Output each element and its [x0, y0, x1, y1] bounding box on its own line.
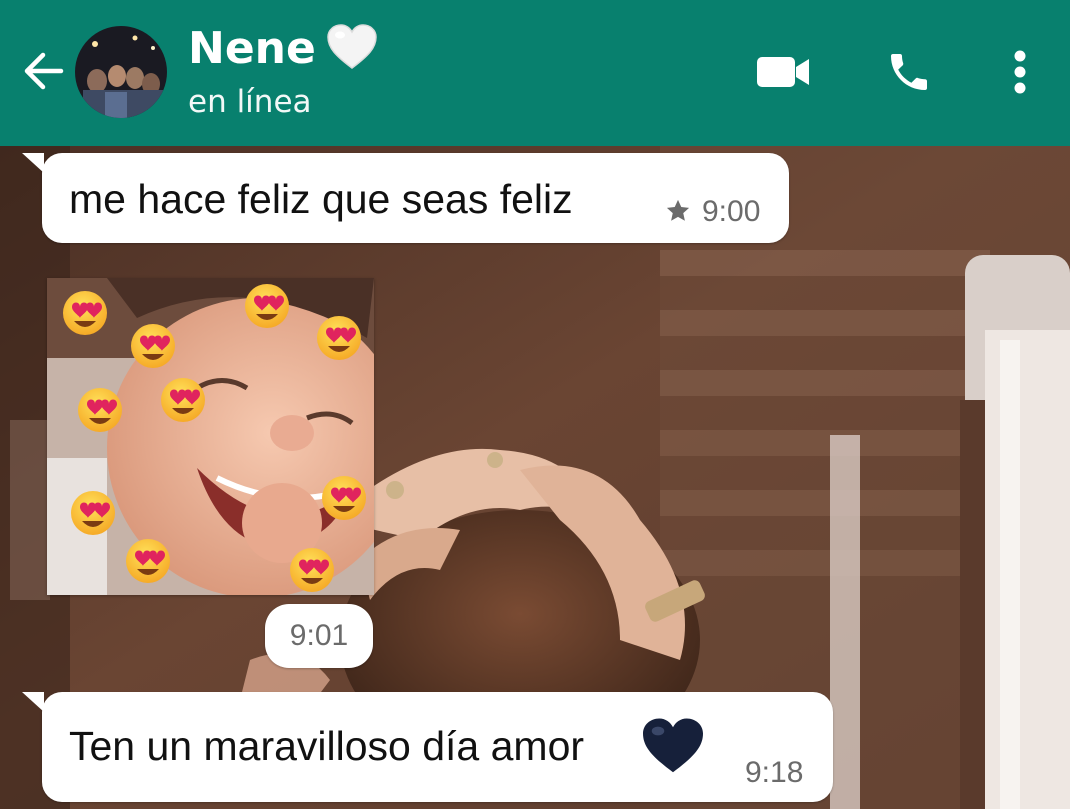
baby-photo-with-heart-eyes-emojis	[47, 278, 374, 595]
contact-avatar[interactable]	[75, 26, 167, 118]
black-heart-icon	[640, 716, 706, 780]
chat-screen: Nene en línea me hace feliz que seas fel…	[0, 0, 1070, 809]
message-time: 9:00	[702, 195, 761, 228]
video-call-icon	[755, 54, 811, 94]
message-text: me hace feliz que seas feliz	[69, 176, 573, 222]
message-text: Ten un maravilloso día amor	[69, 723, 585, 769]
message-bubble-1[interactable]: me hace feliz que seas feliz 9:00	[22, 153, 789, 243]
message-bubble-3[interactable]: Ten un maravilloso día amor 9:18	[22, 692, 833, 802]
image-time-pill: 9:01	[265, 604, 373, 668]
message-time: 9:18	[745, 756, 804, 789]
contact-status: en línea	[188, 84, 312, 120]
message-time: 9:01	[289, 619, 349, 652]
video-call-button[interactable]	[748, 42, 818, 106]
voice-call-button[interactable]	[876, 42, 942, 106]
bubble-tail	[22, 153, 44, 173]
chat-header: Nene en línea	[0, 0, 1070, 146]
back-button[interactable]	[16, 44, 70, 102]
more-options-button[interactable]	[996, 42, 1044, 106]
star-icon	[664, 197, 692, 229]
white-heart-icon	[326, 23, 378, 75]
arrow-back-icon	[21, 49, 65, 97]
more-vert-icon	[1013, 49, 1027, 99]
message-image-2[interactable]	[47, 278, 374, 595]
phone-call-icon	[885, 48, 933, 100]
contact-name-row[interactable]: Nene	[188, 20, 378, 78]
contact-name: Nene	[188, 23, 316, 74]
group-photo-avatar-icon	[75, 26, 167, 118]
bubble-tail	[22, 692, 44, 712]
